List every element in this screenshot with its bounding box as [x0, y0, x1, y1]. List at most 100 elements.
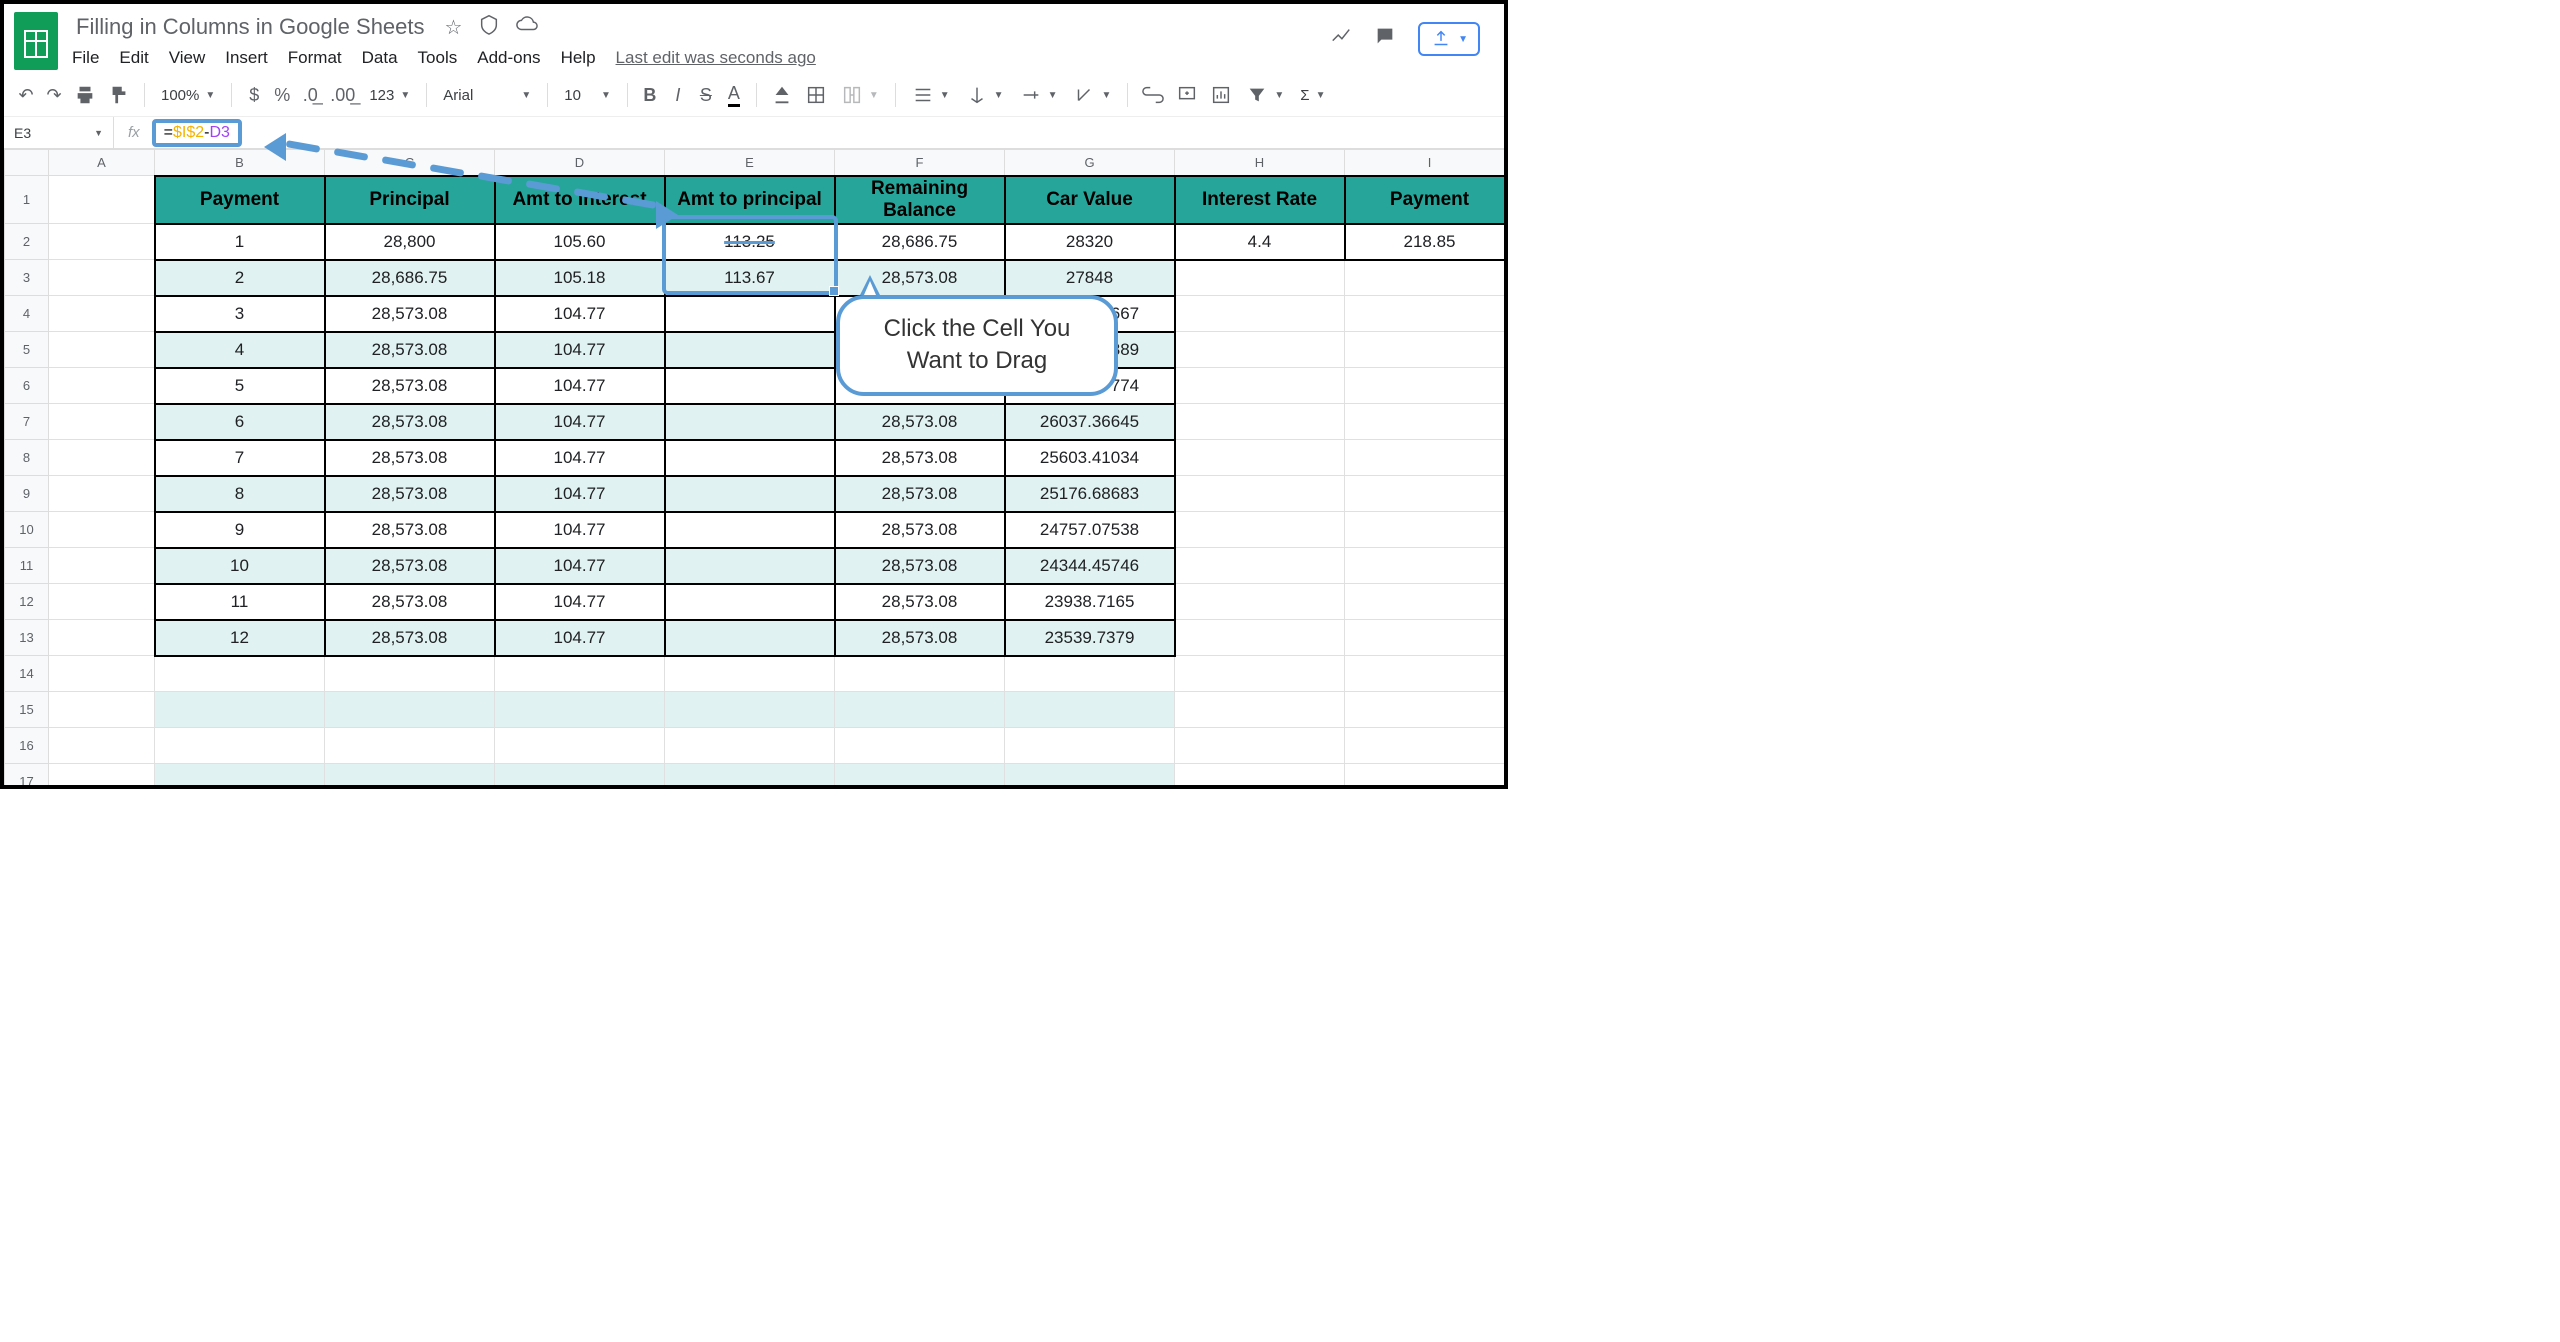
cell-A3[interactable] — [49, 260, 155, 296]
cell-F13[interactable]: 28,573.08 — [835, 620, 1005, 656]
cell-B15[interactable] — [155, 692, 325, 728]
cell-B12[interactable]: 11 — [155, 584, 325, 620]
cell-F10[interactable]: 28,573.08 — [835, 512, 1005, 548]
cell-A9[interactable] — [49, 476, 155, 512]
cell-A8[interactable] — [49, 440, 155, 476]
cell-I4[interactable] — [1345, 296, 1509, 332]
row-header-1[interactable]: 1 — [5, 176, 49, 224]
increase-decimal-button[interactable]: .00̲ — [326, 80, 359, 110]
cell-E6[interactable] — [665, 368, 835, 404]
row-header-9[interactable]: 9 — [5, 476, 49, 512]
cell-C6[interactable]: 28,573.08 — [325, 368, 495, 404]
cell-H4[interactable] — [1175, 296, 1345, 332]
cell-D6[interactable]: 104.77 — [495, 368, 665, 404]
cell-B2[interactable]: 1 — [155, 224, 325, 260]
cell-E5[interactable] — [665, 332, 835, 368]
cell-D5[interactable]: 104.77 — [495, 332, 665, 368]
cell-D8[interactable]: 104.77 — [495, 440, 665, 476]
number-format-select[interactable]: 123▼ — [363, 87, 416, 104]
cell-A16[interactable] — [49, 728, 155, 764]
borders-button[interactable] — [801, 80, 831, 110]
cell-A13[interactable] — [49, 620, 155, 656]
cell-C9[interactable]: 28,573.08 — [325, 476, 495, 512]
cell-F16[interactable] — [835, 728, 1005, 764]
cell-B8[interactable]: 7 — [155, 440, 325, 476]
cell-G12[interactable]: 23938.7165 — [1005, 584, 1175, 620]
cell-F9[interactable]: 28,573.08 — [835, 476, 1005, 512]
menu-addons[interactable]: Add-ons — [477, 48, 540, 68]
cell-H3[interactable] — [1175, 260, 1345, 296]
row-header-6[interactable]: 6 — [5, 368, 49, 404]
row-header-2[interactable]: 2 — [5, 224, 49, 260]
cell-I13[interactable] — [1345, 620, 1509, 656]
print-button[interactable] — [70, 80, 100, 110]
cell-B4[interactable]: 3 — [155, 296, 325, 332]
undo-button[interactable]: ↶ — [14, 80, 38, 110]
cell-B9[interactable]: 8 — [155, 476, 325, 512]
col-B[interactable]: B — [155, 150, 325, 176]
cell-I12[interactable] — [1345, 584, 1509, 620]
document-title[interactable]: Filling in Columns in Google Sheets — [72, 12, 429, 42]
cell-E12[interactable] — [665, 584, 835, 620]
comment-button[interactable] — [1172, 80, 1202, 110]
activity-icon[interactable] — [1330, 25, 1352, 53]
cell-G10[interactable]: 24757.07538 — [1005, 512, 1175, 548]
cell-A10[interactable] — [49, 512, 155, 548]
cell-B14[interactable] — [155, 656, 325, 692]
cell-H1[interactable]: Interest Rate — [1175, 176, 1345, 224]
cell-C17[interactable] — [325, 764, 495, 790]
cell-A12[interactable] — [49, 584, 155, 620]
row-header-5[interactable]: 5 — [5, 332, 49, 368]
cell-G13[interactable]: 23539.7379 — [1005, 620, 1175, 656]
cell-I17[interactable] — [1345, 764, 1509, 790]
decrease-decimal-button[interactable]: .0̲ — [298, 80, 322, 110]
cell-F14[interactable] — [835, 656, 1005, 692]
text-color-button[interactable]: A — [722, 80, 746, 110]
cell-D16[interactable] — [495, 728, 665, 764]
cell-A14[interactable] — [49, 656, 155, 692]
column-headers[interactable]: A B C D E F G H I — [5, 150, 1509, 176]
cell-B1[interactable]: Payment — [155, 176, 325, 224]
cell-B16[interactable] — [155, 728, 325, 764]
font-select[interactable]: Arial▼ — [437, 87, 537, 104]
cell-G8[interactable]: 25603.41034 — [1005, 440, 1175, 476]
cell-E2[interactable]: 113.25 — [665, 224, 835, 260]
name-box[interactable]: E3▼ — [4, 117, 114, 148]
cell-H11[interactable] — [1175, 548, 1345, 584]
cell-E1[interactable]: Amt to principal — [665, 176, 835, 224]
functions-button[interactable]: Σ▼ — [1294, 87, 1331, 104]
cell-D10[interactable]: 104.77 — [495, 512, 665, 548]
cell-E7[interactable] — [665, 404, 835, 440]
share-button[interactable]: ▼ — [1418, 22, 1480, 56]
menu-view[interactable]: View — [169, 48, 206, 68]
cell-C8[interactable]: 28,573.08 — [325, 440, 495, 476]
cell-D15[interactable] — [495, 692, 665, 728]
zoom-select[interactable]: 100%▼ — [155, 87, 221, 104]
cell-I10[interactable] — [1345, 512, 1509, 548]
cell-H12[interactable] — [1175, 584, 1345, 620]
cell-F7[interactable]: 28,573.08 — [835, 404, 1005, 440]
bold-button[interactable]: B — [638, 80, 662, 110]
cell-H9[interactable] — [1175, 476, 1345, 512]
cell-C14[interactable] — [325, 656, 495, 692]
menu-insert[interactable]: Insert — [225, 48, 268, 68]
cell-D14[interactable] — [495, 656, 665, 692]
cell-C4[interactable]: 28,573.08 — [325, 296, 495, 332]
row-header-3[interactable]: 3 — [5, 260, 49, 296]
col-C[interactable]: C — [325, 150, 495, 176]
menu-format[interactable]: Format — [288, 48, 342, 68]
cell-F8[interactable]: 28,573.08 — [835, 440, 1005, 476]
cell-A4[interactable] — [49, 296, 155, 332]
cell-B7[interactable]: 6 — [155, 404, 325, 440]
row-header-16[interactable]: 16 — [5, 728, 49, 764]
paint-format-button[interactable] — [104, 80, 134, 110]
cell-C15[interactable] — [325, 692, 495, 728]
cell-D3[interactable]: 105.18 — [495, 260, 665, 296]
cell-G1[interactable]: Car Value — [1005, 176, 1175, 224]
cell-F15[interactable] — [835, 692, 1005, 728]
cell-D13[interactable]: 104.77 — [495, 620, 665, 656]
col-H[interactable]: H — [1175, 150, 1345, 176]
cell-C3[interactable]: 28,686.75 — [325, 260, 495, 296]
cell-H17[interactable] — [1175, 764, 1345, 790]
cell-H2[interactable]: 4.4 — [1175, 224, 1345, 260]
